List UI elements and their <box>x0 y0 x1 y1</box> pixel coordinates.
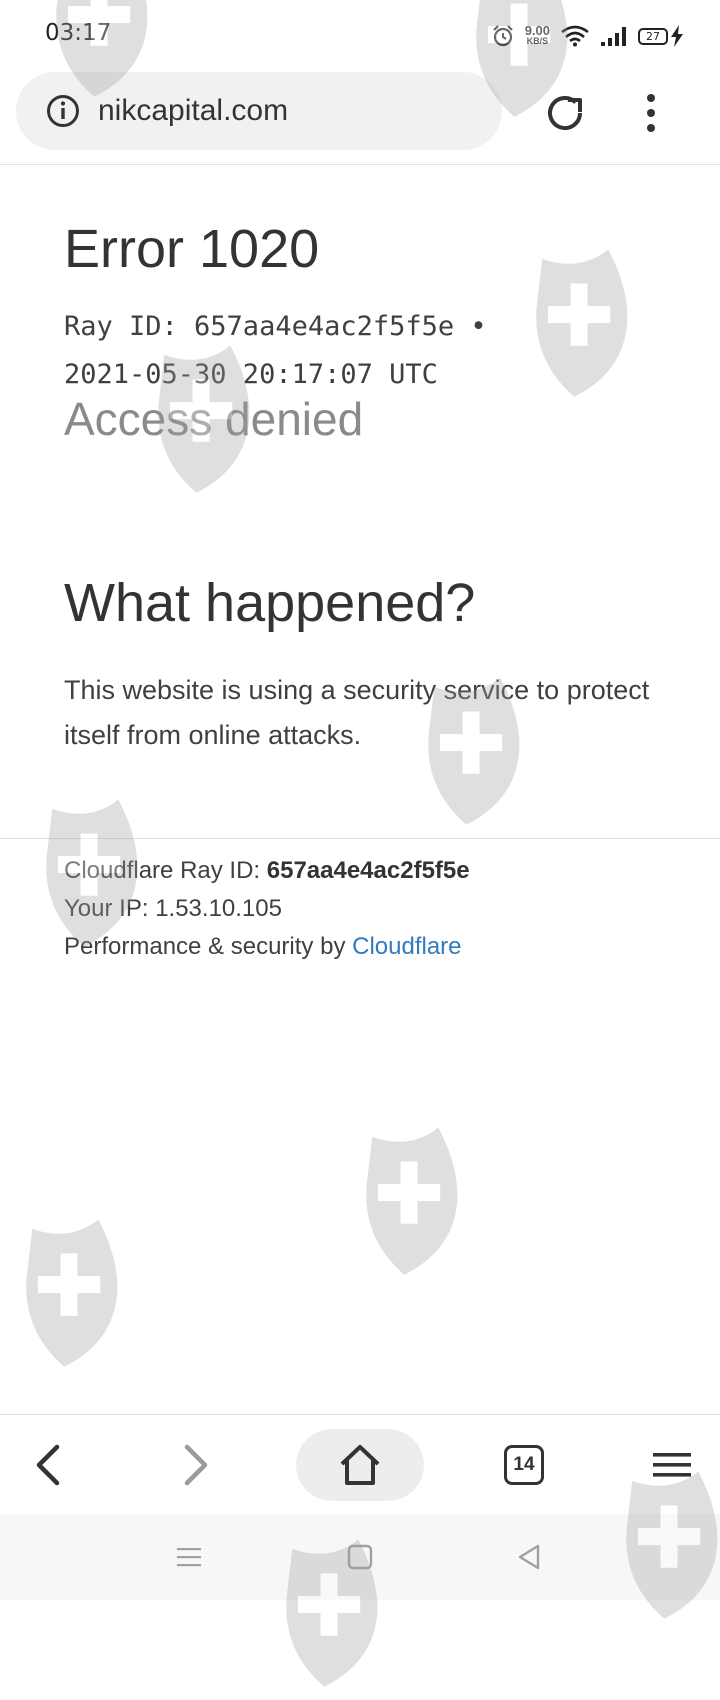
home-icon[interactable] <box>338 1444 382 1486</box>
url-text[interactable]: nikcapital.com <box>98 94 288 128</box>
footer-performance: Performance & security by Cloudflare <box>64 928 470 966</box>
android-nav-bar <box>0 1514 720 1600</box>
status-bar: 03:17 9.00 KB/S 27 <box>0 0 720 70</box>
footer-ip-value: 1.53.10.105 <box>155 895 282 922</box>
footer-ray-id: Cloudflare Ray ID: 657aa4e4ac2f5f5e <box>64 852 470 890</box>
alarm-icon <box>492 25 513 47</box>
back-button[interactable] <box>16 1433 80 1497</box>
footer-ray-label: Cloudflare Ray ID: <box>64 857 261 884</box>
forward-button[interactable] <box>164 1433 228 1497</box>
battery-level: 27 <box>638 27 668 45</box>
signal-icon <box>601 27 626 46</box>
shield-watermark-icon <box>26 1219 118 1367</box>
footer-ip-label: Your IP: <box>64 895 149 922</box>
error-title: Error 1020 <box>64 219 320 279</box>
cloudflare-link[interactable]: Cloudflare <box>352 933 461 960</box>
footer-perf-label: Performance & security by <box>64 933 346 960</box>
footer-ip: Your IP: 1.53.10.105 <box>64 890 470 928</box>
charging-icon <box>671 25 683 47</box>
shield-watermark-icon <box>366 1127 458 1275</box>
battery-icon: 27 <box>638 25 684 47</box>
back-triangle-icon[interactable] <box>514 1542 544 1572</box>
what-happened-heading: What happened? <box>64 573 476 633</box>
divider <box>0 838 720 839</box>
home-square-icon[interactable] <box>345 1542 375 1572</box>
tabs-button[interactable]: 14 <box>492 1433 556 1497</box>
info-icon[interactable] <box>46 94 80 128</box>
browser-bottom-bar: 14 <box>0 1414 720 1515</box>
menu-icon[interactable] <box>653 1451 691 1479</box>
net-speed: 9.00 KB/S <box>524 23 550 47</box>
page-footer: Cloudflare Ray ID: 657aa4e4ac2f5f5e Your… <box>64 852 470 966</box>
recents-icon[interactable] <box>174 1542 204 1572</box>
forward-icon[interactable] <box>181 1443 211 1487</box>
tabs-icon[interactable]: 14 <box>504 1445 544 1485</box>
wifi-icon <box>561 25 589 47</box>
footer-ray-value: 657aa4e4ac2f5f5e <box>266 857 470 884</box>
explanation-text: This website is using a security service… <box>64 675 650 750</box>
menu-button[interactable] <box>640 1433 704 1497</box>
status-icons: 9.00 KB/S 27 <box>491 20 684 52</box>
access-denied-text: Access denied <box>64 393 364 445</box>
net-speed-value: 9.00 <box>524 23 550 38</box>
reload-icon[interactable] <box>540 88 590 138</box>
ray-id-line: Ray ID: 657aa4e4ac2f5f5e • <box>64 311 487 342</box>
address-bar[interactable]: nikcapital.com <box>16 72 502 150</box>
browser-toolbar: nikcapital.com <box>0 70 720 165</box>
back-icon[interactable] <box>33 1443 63 1487</box>
more-vert-icon[interactable] <box>630 88 672 138</box>
ray-id-block: Ray ID: 657aa4e4ac2f5f5e • 2021-05-30 20… <box>64 303 487 399</box>
home-button[interactable] <box>296 1429 424 1501</box>
net-speed-unit: KB/S <box>526 36 549 46</box>
status-time: 03:17 <box>45 20 112 46</box>
shield-watermark-icon <box>536 249 628 397</box>
